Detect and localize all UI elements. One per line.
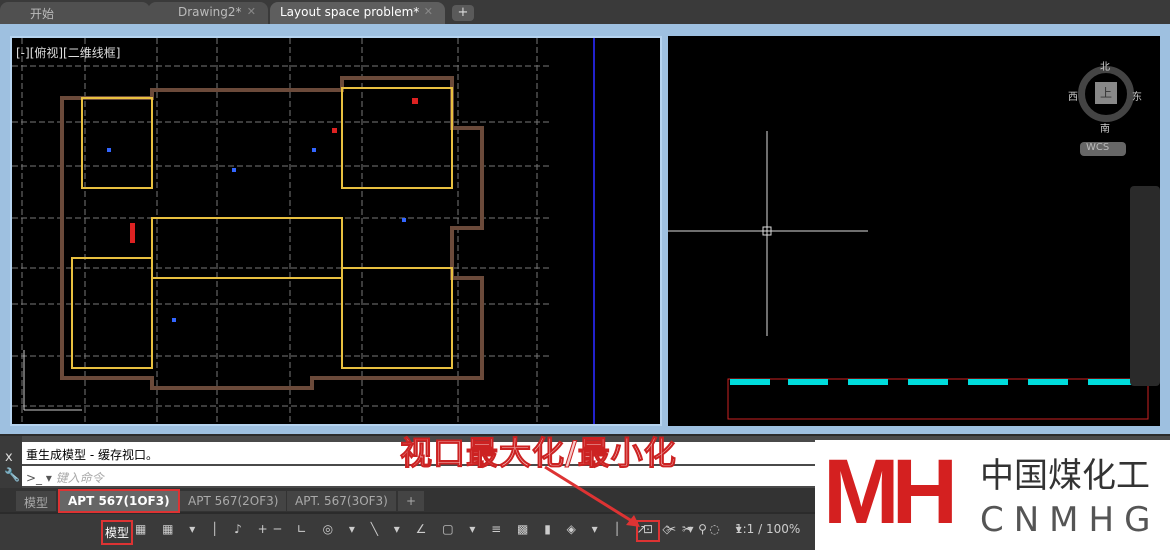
- tab-apt-567-3of3[interactable]: APT. 567(3OF3): [287, 491, 396, 511]
- navigation-bar[interactable]: [1130, 186, 1160, 386]
- close-icon[interactable]: ✕: [247, 5, 256, 18]
- tab-layout-space-problem[interactable]: Layout space problem* ✕: [270, 2, 445, 24]
- new-layout-button[interactable]: +: [398, 491, 425, 511]
- command-placeholder: 键入命令: [55, 471, 104, 485]
- close-icon[interactable]: x: [5, 450, 13, 465]
- annotation-arrow: [544, 465, 640, 527]
- compass-north[interactable]: 北: [1100, 58, 1110, 73]
- logo-mark: MH: [823, 441, 958, 543]
- tab-drawing2[interactable]: Drawing2* ✕: [148, 2, 268, 24]
- tab-apt-567-1of3[interactable]: APT 567(1OF3): [58, 489, 180, 513]
- layout-paper: [-][俯视][二维线框] 上 北 南 东 西 WCS: [0, 24, 1170, 434]
- tab-model[interactable]: 模型: [16, 491, 57, 511]
- file-tab-bar: 开始 Drawing2* ✕ Layout space problem* ✕ +: [0, 0, 1170, 24]
- ucs-menu[interactable]: WCS: [1080, 142, 1126, 156]
- viewcube-top-face[interactable]: 上: [1095, 82, 1117, 104]
- command-line-grip[interactable]: x 🔧: [0, 436, 22, 488]
- annotation-scale[interactable]: 1:1 / 100%: [735, 522, 800, 536]
- model-space-button[interactable]: 模型: [101, 520, 134, 545]
- viewcube[interactable]: 上 北 南 东 西 WCS: [1068, 58, 1142, 158]
- tab-apt-567-2of3[interactable]: APT 567(2OF3): [180, 491, 287, 511]
- watermark-logo: MH 中国煤化工 CNMHG: [815, 440, 1170, 550]
- viewport-controls-label[interactable]: [-][俯视][二维线框]: [16, 44, 120, 61]
- tab-start[interactable]: 开始: [0, 2, 150, 24]
- annotation-scale-icons[interactable]: ✂✂⚲: [666, 522, 713, 536]
- tab-label: 开始: [30, 7, 55, 21]
- prompt-icon: >_ ▾: [26, 471, 56, 485]
- compass-east[interactable]: 东: [1132, 88, 1142, 103]
- close-icon[interactable]: ✕: [424, 5, 433, 18]
- new-tab-button[interactable]: +: [452, 5, 474, 21]
- tab-label: Drawing2*: [178, 5, 242, 19]
- logo-chinese: 中国煤化工: [980, 456, 1150, 496]
- floor-plan-drawing: [12, 38, 595, 424]
- compass-south[interactable]: 南: [1100, 120, 1110, 135]
- viewport-left[interactable]: [-][俯视][二维线框]: [10, 36, 662, 426]
- compass-west[interactable]: 西: [1068, 88, 1078, 103]
- wrench-icon[interactable]: 🔧: [4, 468, 20, 483]
- tab-label: Layout space problem*: [280, 5, 420, 19]
- viewport-right[interactable]: 上 北 南 东 西 WCS: [668, 36, 1160, 426]
- logo-english: CNMHG: [980, 500, 1161, 540]
